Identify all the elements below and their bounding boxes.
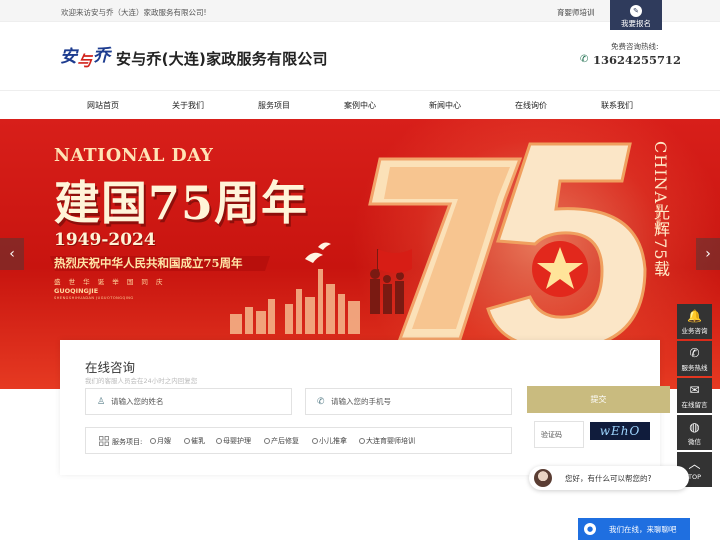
phone-icon: ✆ <box>580 54 589 65</box>
service-option[interactable]: 母婴护理 <box>216 436 251 446</box>
nav-item-services[interactable]: 服务项目 <box>244 100 304 111</box>
radio-icon <box>312 437 318 444</box>
hotline-label: 免费咨询热线: <box>611 42 659 51</box>
phone-input[interactable] <box>331 397 481 406</box>
inquiry-form: 在线咨询 我们的客服人员会在24小时之内回复您 ♙ ✆ 服务项目: 月嫂 催乳 … <box>60 340 670 475</box>
side-btn-hotline[interactable]: ✆ 服务热线 <box>677 341 712 376</box>
nav-item-cases[interactable]: 案例中心 <box>330 100 390 111</box>
chevron-left-icon: ‹ <box>9 246 15 262</box>
radio-icon <box>359 437 365 444</box>
banner-china-small: 辉煌荣耀国庆 <box>655 204 661 234</box>
radio-icon <box>264 437 270 444</box>
radio-icon <box>184 437 190 444</box>
signup-label: 我要报名 <box>621 19 651 28</box>
avatar <box>534 469 552 487</box>
name-input[interactable] <box>111 397 261 406</box>
service-option[interactable]: 小儿推拿 <box>312 436 347 446</box>
submit-button[interactable]: 提交 <box>527 386 670 413</box>
captcha-image[interactable]: wEhO <box>590 422 650 440</box>
banner-title: 建国75周年 <box>54 176 309 230</box>
chat-bar-label: 我们在线，来聊聊吧 <box>609 525 677 534</box>
service-option[interactable]: 产后修复 <box>264 436 299 446</box>
message-icon: ✉ <box>689 383 700 397</box>
service-option[interactable]: 大连育婴师培训 <box>359 436 415 446</box>
banner-national-day: NATIONAL DAY <box>54 146 214 166</box>
phone-number[interactable]: 13624255712 <box>593 53 681 67</box>
banner-years: 1949-2024 <box>54 230 156 250</box>
nav-item-home[interactable]: 网站首页 <box>73 100 133 111</box>
name-field: ♙ <box>85 388 292 415</box>
service-option[interactable]: 催乳 <box>184 436 205 446</box>
chat-bubble[interactable]: 您好，有什么可以帮您的? <box>529 466 689 490</box>
side-btn-consult[interactable]: 🔔 业务咨询 <box>677 304 712 339</box>
phone-icon: ✆ <box>689 346 700 360</box>
banner-slogan: 盛 世 华 诞 举 国 同 庆 <box>54 278 166 286</box>
captcha-input[interactable] <box>541 431 581 439</box>
svg-text:与: 与 <box>77 52 94 70</box>
banner-pinyin: GUOQINGJIE <box>54 287 99 295</box>
signup-button[interactable]: ✎ 我要报名 <box>610 0 662 30</box>
company-logo[interactable]: 安 与 乔 <box>60 42 114 70</box>
inquiry-subtitle: 我们的客服人员会在24小时之内回复您 <box>85 377 198 385</box>
banner-celebrate: 热烈庆祝中华人民共和国成立75周年 <box>54 256 243 270</box>
header: 安 与 乔 安与乔(大连)家政服务有限公司 免费咨询热线: ✆ 13624255… <box>0 22 720 90</box>
side-btn-wechat[interactable]: ◍ 微信 <box>677 415 712 450</box>
slider-prev-button[interactable]: ‹ <box>0 238 24 270</box>
grid-icon <box>99 436 109 446</box>
signup-icon: ✎ <box>630 5 642 17</box>
chevron-right-icon: › <box>705 246 711 262</box>
captcha-field <box>534 421 584 448</box>
nav-item-contact[interactable]: 联系我们 <box>587 100 647 111</box>
user-icon: ♙ <box>97 397 106 407</box>
services-label: 服务项目: <box>112 438 143 446</box>
chat-bar[interactable]: ● 我们在线，来聊聊吧 <box>578 518 690 540</box>
training-link[interactable]: 育婴师培训 <box>557 7 595 18</box>
service-option[interactable]: 月嫂 <box>150 436 171 446</box>
nav-item-inquiry[interactable]: 在线询价 <box>501 100 561 111</box>
phone-input-icon: ✆ <box>317 397 325 407</box>
svg-text:乔: 乔 <box>93 46 113 66</box>
bell-icon: 🔔 <box>687 309 702 323</box>
services-field: 服务项目: 月嫂 催乳 母婴护理 产后修复 小儿推拿 大连育婴师培训 <box>85 427 512 454</box>
welcome-text: 欢迎来访安与乔（大连）家政服务有限公司! <box>61 8 207 17</box>
nav-item-news[interactable]: 新闻中心 <box>415 100 475 111</box>
radio-icon <box>150 437 156 444</box>
radio-icon <box>216 437 222 444</box>
slider-next-button[interactable]: › <box>696 238 720 270</box>
nav-item-about[interactable]: 关于我们 <box>158 100 218 111</box>
company-name: 安与乔(大连)家政服务有限公司 <box>116 50 328 68</box>
chat-icon: ● <box>584 523 596 535</box>
banner-pinyin-sub: SHENGSHIHUADAN JUGUOTONGQING <box>54 296 134 300</box>
main-nav: 网站首页 关于我们 服务项目 案例中心 新闻中心 在线询价 联系我们 <box>0 90 720 119</box>
chat-bubble-message: 您好，有什么可以帮您的? <box>565 474 652 483</box>
inquiry-title: 在线咨询 <box>85 360 136 375</box>
side-btn-message[interactable]: ✉ 在线留言 <box>677 378 712 413</box>
phone-field: ✆ <box>305 388 512 415</box>
wechat-icon: ◍ <box>689 420 700 434</box>
